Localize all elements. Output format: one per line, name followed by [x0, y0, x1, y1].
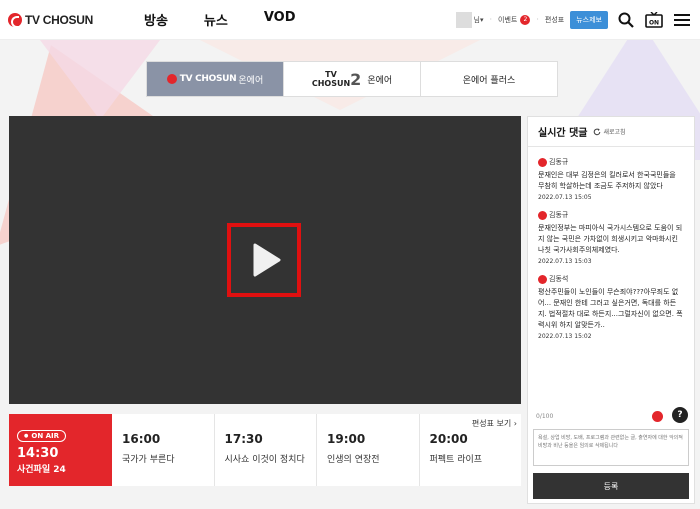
comment-input[interactable]: [533, 429, 689, 466]
tab-chosun2-onair[interactable]: TV CHOSUN 2 온에어: [284, 62, 421, 96]
refresh-icon: [594, 127, 601, 135]
user-name-masked: [455, 11, 472, 28]
play-button[interactable]: [227, 223, 301, 297]
schedule-time: 16:00: [122, 432, 161, 446]
chosun2-number: 2: [350, 70, 362, 89]
comment-item: 김동규 문재인정부는 마피아식 국가시스템으로 도움이 되지 않는 국민은 가차…: [538, 210, 684, 265]
video-player[interactable]: [9, 116, 521, 404]
comment-author: 김동석: [549, 275, 569, 283]
chosun2-line1: TV: [325, 70, 337, 79]
comment-body: 문재인정부는 마피아식 국가시스템으로 도움이 되지 않는 국민은 가차없이 희…: [538, 224, 683, 254]
schedule-view-label: 편성표 보기: [471, 419, 512, 428]
schedule-time: 19:00: [327, 432, 366, 446]
user-icon: [538, 157, 547, 167]
comment-author: 김동규: [549, 158, 569, 166]
separator: ·: [536, 15, 539, 24]
event-badge: 2: [520, 14, 531, 25]
schedule-title: 시사쇼 이것이 정치다: [224, 455, 305, 465]
site-header: TV CHOSUN 방송 뉴스 VOD 님 ▾ · 이벤트 2 · 편성표 뉴스제보…: [0, 0, 700, 40]
user-menu[interactable]: 님 ▾: [474, 15, 484, 25]
chosun2-line2: CHOSUN: [311, 79, 351, 88]
onair-now[interactable]: ON AIR 14:30 사건파일 24: [9, 414, 112, 486]
comment-item: 김동규 문재인은 대부 김정은의 킬러로서 한국국민들을 무참히 학살하는데 조…: [538, 157, 684, 201]
schedule-view-link[interactable]: 편성표 보기 ›: [472, 418, 517, 429]
comment-date: 2022.07.13 15:03: [538, 258, 592, 265]
refresh-button[interactable]: 새로고침: [593, 127, 626, 136]
comments-header: 실시간 댓글 새로고침: [528, 117, 694, 147]
schedule-time: 20:00: [429, 432, 468, 446]
onair-tv-icon[interactable]: ON: [644, 10, 664, 30]
schedule-item[interactable]: 16:00 국가가 부른다: [112, 414, 215, 486]
comment-list: 김동규 문재인은 대부 김정은의 킬러로서 한국국민들을 무참히 학살하는데 조…: [528, 147, 694, 340]
event-label: 이벤트: [498, 15, 518, 24]
separator: ·: [489, 15, 493, 24]
tv-chosun-logo[interactable]: TV CHOSUN: [8, 12, 108, 28]
schedule-item[interactable]: 편성표 보기 › 20:00 퍼펙트 라이프: [420, 414, 522, 486]
comment-date: 2022.07.13 15:05: [538, 194, 592, 201]
schedule-item[interactable]: 19:00 인생의 연장전: [317, 414, 420, 486]
nav-broadcast[interactable]: 방송: [144, 10, 168, 29]
onair-badge: ON AIR: [17, 430, 67, 442]
user-icon: [538, 274, 547, 284]
refresh-label: 새로고침: [603, 129, 626, 136]
live-comments-panel: 실시간 댓글 새로고침 김동규 문재인은 대부 김정은의 킬러로서 한국국민들을…: [527, 116, 695, 504]
play-icon: [253, 243, 281, 277]
user-suffix: 님: [473, 15, 480, 24]
nav-news[interactable]: 뉴스: [204, 10, 228, 29]
schedule-bar: ON AIR 14:30 사건파일 24 16:00 국가가 부른다 17:30…: [9, 414, 521, 486]
onair-icon-text: ON: [649, 19, 659, 26]
tv-chosun-logo-icon: [8, 12, 22, 28]
schedule-time: 17:30: [224, 432, 263, 446]
menu-icon[interactable]: [672, 10, 692, 30]
search-icon[interactable]: [616, 10, 636, 30]
tab-brand: TV CHOSUN: [179, 74, 237, 84]
user-icon: [538, 210, 547, 220]
logo-text: TV CHOSUN: [25, 12, 93, 27]
schedule-item[interactable]: 17:30 시사쇼 이것이 정치다: [215, 414, 317, 486]
tab-label: 온에어: [367, 75, 393, 86]
onair-title: 사건파일 24: [17, 465, 66, 475]
schedule-link[interactable]: 편성표: [545, 15, 564, 25]
comment-body: 평산주민들이 노인들이 무슨죄야???아무죄도 없어... 문재인 한테 그러고…: [538, 288, 683, 329]
comment-author: 김동규: [549, 211, 569, 219]
tab-onair-plus[interactable]: 온에어 플러스: [421, 62, 557, 96]
schedule-title: 인생의 연장전: [327, 455, 380, 465]
channel-tabs: TV CHOSUN 온에어 TV CHOSUN 2 온에어 온에어 플러스: [146, 61, 558, 97]
comment-date: 2022.07.13 15:02: [538, 333, 592, 340]
schedule-title: 퍼펙트 라이프: [429, 455, 483, 465]
help-icon[interactable]: ?: [672, 407, 688, 423]
nav-vod[interactable]: VOD: [264, 10, 296, 29]
onair-time: 14:30: [17, 446, 59, 461]
tv-chosun-logo-icon: [652, 411, 663, 422]
char-counter: 0/100: [536, 413, 554, 420]
chevron-right-icon: ›: [513, 419, 517, 428]
main-nav: 방송 뉴스 VOD: [144, 10, 332, 29]
chosun2-logo: TV CHOSUN 2: [312, 70, 361, 88]
event-link[interactable]: 이벤트 2: [498, 14, 531, 25]
comments-title: 실시간 댓글: [538, 128, 588, 139]
tab-tvchosun-onair[interactable]: TV CHOSUN 온에어: [147, 62, 284, 96]
tab-label: 온에어: [238, 75, 264, 86]
tv-chosun-logo-icon: [166, 74, 177, 84]
news-report-button[interactable]: 뉴스제보: [570, 10, 608, 29]
submit-comment-button[interactable]: 등록: [533, 473, 689, 499]
tab-label: 온에어 플러스: [462, 75, 516, 86]
comment-body: 문재인은 대부 김정은의 킬러로서 한국국민들을 무참히 학살하는데 조금도 주…: [538, 171, 676, 190]
util-menu: 님 ▾ · 이벤트 2 · 편성표 뉴스제보 ON: [455, 0, 700, 40]
schedule-title: 국가가 부른다: [122, 455, 175, 465]
comment-item: 김동석 평산주민들이 노인들이 무슨죄야???아무죄도 없어... 문재인 한테…: [538, 274, 684, 340]
